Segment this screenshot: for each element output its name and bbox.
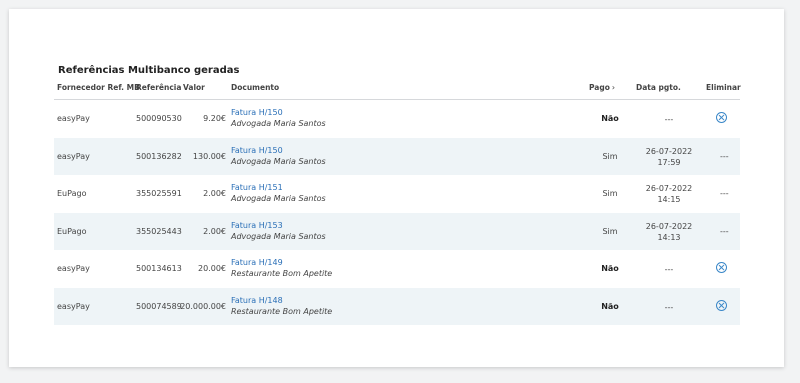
reference-cell: 500090530	[136, 114, 182, 123]
document-link[interactable]: Fatura H/153	[231, 220, 326, 231]
table-header: Fornecedor Ref. MB Referência Valor Docu…	[54, 81, 741, 100]
header-paid-sort[interactable]: Pago ›	[589, 83, 615, 92]
value-cell: 2.00€	[203, 226, 226, 236]
payment-time: 17:59	[657, 157, 681, 167]
paid-status: Não	[601, 264, 619, 273]
references-table-body: easyPay 500090530 9.20€ Fatura H/150 Advog…	[54, 100, 740, 325]
value-cell: 9.20€	[203, 114, 226, 123]
header-reference: Referência	[136, 83, 182, 92]
paid-status: Sim	[602, 151, 618, 161]
table-row: easyPay 500074589 20.000.00€ Fatura H/148 …	[54, 287, 740, 325]
document-link[interactable]: Fatura H/151	[231, 182, 326, 193]
header-value: Valor	[183, 83, 205, 92]
delete-button[interactable]	[714, 112, 728, 125]
value-cell: 2.00€	[203, 189, 226, 198]
document-cell: Fatura H/151 Advogada Maria Santos	[231, 182, 326, 204]
document-link[interactable]: Fatura H/148	[231, 295, 332, 306]
client-name: Restaurante Bom Apetite	[231, 306, 333, 316]
value-cell: 130.00€	[192, 151, 226, 161]
reference-cell: 355025443	[136, 226, 182, 236]
table-row: easyPay 500134613 20.00€ Fatura H/149 Rest…	[54, 250, 740, 288]
references-card: Referências Multibanco geradas Fornecedo…	[9, 9, 784, 367]
paid-status: Não	[601, 114, 619, 123]
payment-date: 26-07-2022	[645, 146, 693, 156]
payment-date-cell: 26-07-2022 17:59	[639, 146, 699, 168]
payment-date-cell: 26-07-2022 14:13	[639, 221, 699, 243]
delete-unavailable: ---	[720, 189, 729, 198]
table-row: EuPago 355025443 2.00€ Fatura H/153 Advoga…	[54, 212, 740, 250]
delete-button[interactable]	[714, 262, 728, 275]
payment-date: ---	[664, 265, 674, 274]
payment-date: 26-07-2022	[645, 221, 693, 231]
provider-cell: easyPay	[57, 114, 90, 123]
reference-cell: 500074589	[136, 301, 182, 311]
header-delete: Eliminar	[706, 83, 741, 92]
document-cell: Fatura H/153 Advogada Maria Santos	[231, 220, 326, 242]
chevron-right-icon: ›	[611, 83, 615, 92]
close-circle-icon	[715, 262, 727, 273]
provider-cell: EuPago	[57, 189, 87, 198]
table-row: EuPago 355025591 2.00€ Fatura H/151 Advoga…	[54, 175, 740, 213]
delete-unavailable: ---	[720, 151, 729, 161]
client-name: Advogada Maria Santos	[231, 156, 326, 166]
value-cell: 20.000.00€	[180, 301, 226, 311]
header-provider: Fornecedor Ref. MB	[57, 83, 140, 92]
document-cell: Fatura H/150 Advogada Maria Santos	[231, 145, 326, 167]
paid-status: Não	[601, 301, 619, 311]
document-link[interactable]: Fatura H/150	[231, 145, 326, 156]
reference-cell: 355025591	[136, 189, 182, 198]
document-link[interactable]: Fatura H/149	[231, 257, 332, 268]
paid-status: Sim	[602, 226, 618, 236]
client-name: Advogada Maria Santos	[231, 231, 326, 241]
provider-cell: easyPay	[57, 151, 90, 161]
document-link[interactable]: Fatura H/150	[231, 107, 326, 118]
document-cell: Fatura H/148 Restaurante Bom Apetite	[231, 295, 332, 317]
payment-time: 14:13	[657, 232, 681, 242]
payment-date: 26-07-2022	[645, 184, 693, 193]
payment-date-cell: 26-07-2022 14:15	[639, 183, 699, 205]
close-circle-icon	[715, 299, 727, 311]
provider-cell: EuPago	[57, 226, 87, 236]
client-name: Advogada Maria Santos	[231, 119, 326, 128]
header-payment-date: Data pgto.	[636, 83, 681, 92]
table-row: easyPay 500090530 9.20€ Fatura H/150 Advog…	[54, 100, 740, 138]
close-circle-icon	[715, 112, 727, 123]
payment-date: ---	[664, 115, 674, 124]
payment-date: ---	[664, 302, 674, 312]
header-paid: Pago	[589, 83, 610, 92]
reference-cell: 500134613	[136, 264, 182, 273]
page-title: Referências Multibanco geradas	[58, 65, 240, 76]
provider-cell: easyPay	[57, 301, 90, 311]
document-cell: Fatura H/150 Advogada Maria Santos	[231, 107, 326, 129]
table-row: easyPay 500136282 130.00€ Fatura H/150 Adv…	[54, 137, 740, 175]
header-document: Documento	[231, 83, 280, 92]
client-name: Restaurante Bom Apetite	[231, 269, 333, 278]
paid-status: Sim	[602, 189, 618, 198]
value-cell: 20.00€	[198, 264, 226, 273]
delete-button[interactable]	[714, 299, 728, 313]
delete-unavailable: ---	[720, 226, 729, 236]
document-cell: Fatura H/149 Restaurante Bom Apetite	[231, 257, 332, 279]
provider-cell: easyPay	[57, 264, 90, 273]
client-name: Advogada Maria Santos	[231, 194, 326, 203]
reference-cell: 500136282	[136, 151, 182, 161]
payment-time: 14:15	[657, 195, 681, 204]
